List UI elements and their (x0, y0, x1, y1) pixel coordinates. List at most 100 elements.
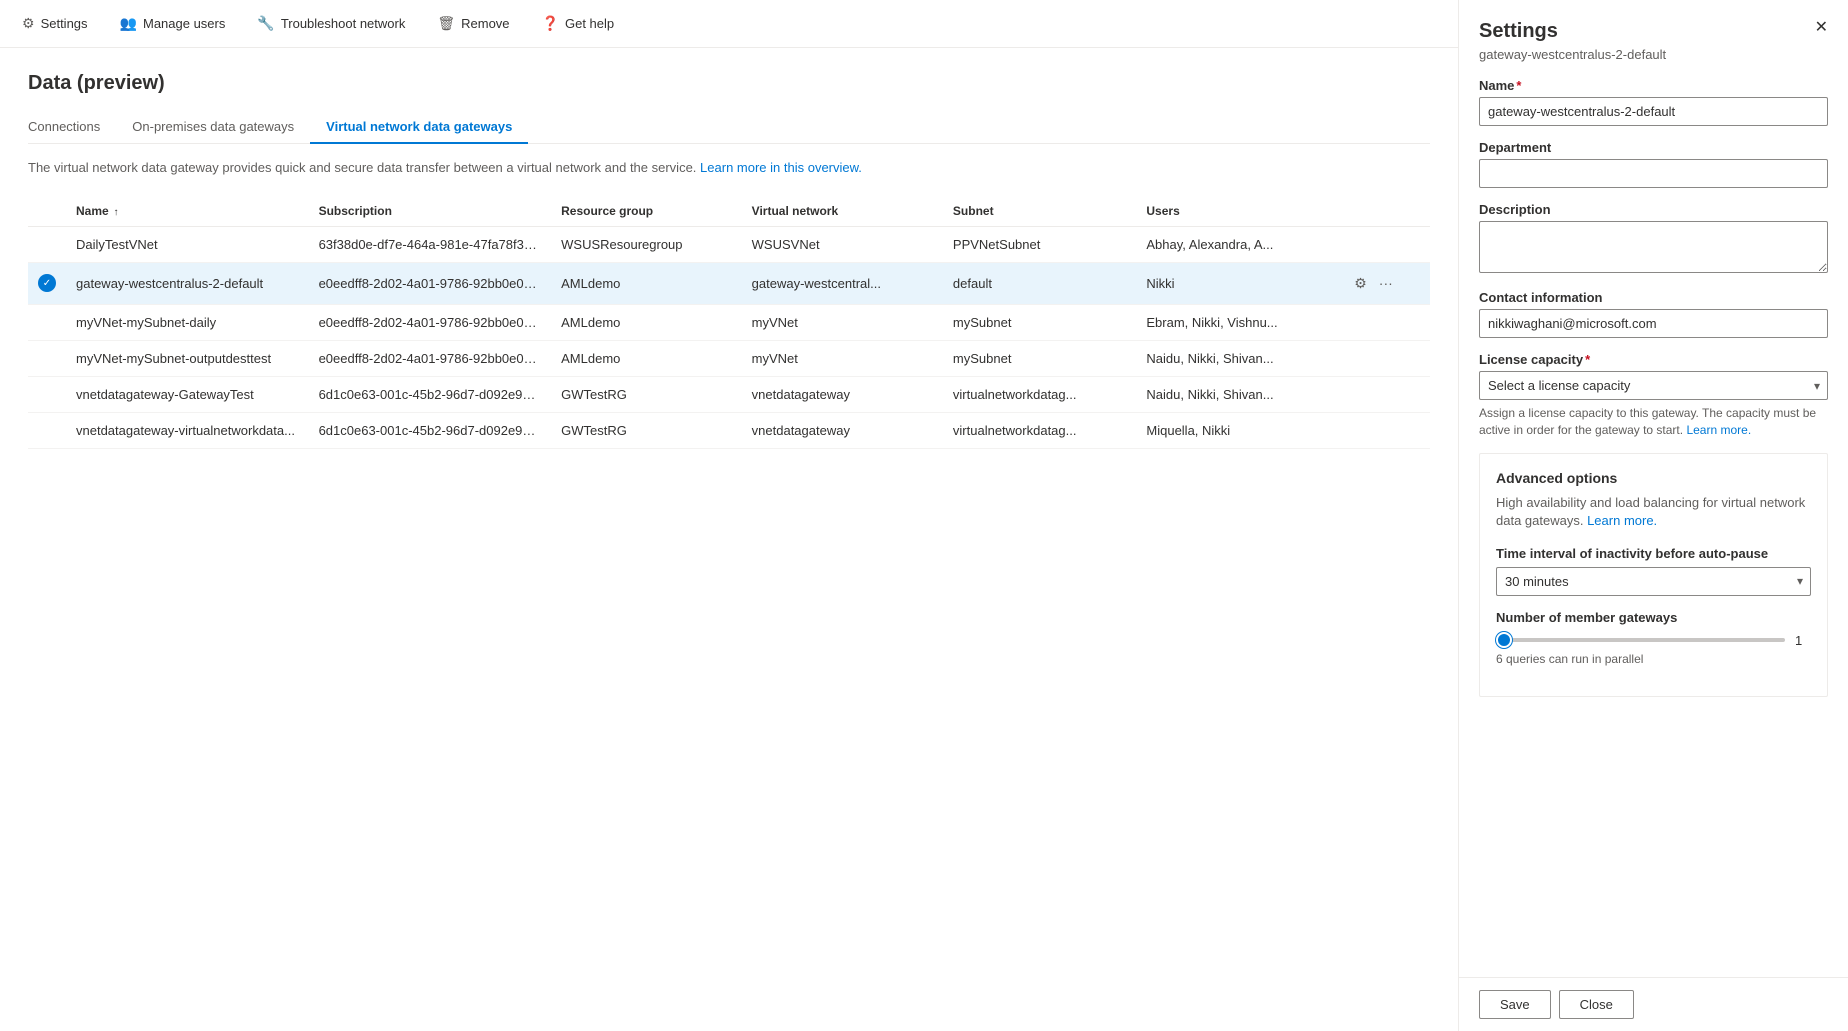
toolbar-item-get-help[interactable]: ❓Get help (536, 11, 621, 36)
col-header-virtual-network: Virtual network (742, 196, 943, 227)
col-header-subnet: Subnet (943, 196, 1136, 227)
row-virtual-network-cell: myVNet (742, 340, 943, 376)
table-row[interactable]: myVNet-mySubnet-outputdestteste0eedff8-2… (28, 340, 1430, 376)
license-note: Assign a license capacity to this gatewa… (1479, 405, 1828, 439)
name-input[interactable] (1479, 97, 1828, 126)
row-subnet-cell: virtualnetworkdatag... (943, 412, 1136, 448)
row-subnet-cell: PPVNetSubnet (943, 226, 1136, 262)
panel-title: Settings (1479, 20, 1558, 43)
license-select[interactable]: Select a license capacity (1479, 371, 1828, 400)
license-label: License capacity* (1479, 352, 1828, 367)
contact-label: Contact information (1479, 290, 1828, 305)
row-more-button[interactable]: ··· (1375, 273, 1397, 293)
description-textarea[interactable] (1479, 221, 1828, 273)
member-gateways-label: Number of member gateways (1496, 610, 1811, 625)
description-field-group: Description (1479, 202, 1828, 276)
department-field-group: Department (1479, 140, 1828, 188)
slider-container: 1 (1496, 633, 1811, 648)
row-subscription-cell: e0eedff8-2d02-4a01-9786-92bb0e0cb... (309, 262, 552, 304)
slider-value: 1 (1795, 633, 1811, 648)
row-icon-cell (28, 304, 66, 340)
name-label: Name* (1479, 78, 1828, 93)
row-virtual-network-cell: WSUSVNet (742, 226, 943, 262)
time-interval-select[interactable]: 30 minutes 15 minutes 1 hour 2 hours (1496, 567, 1811, 596)
row-subscription-cell: e0eedff8-2d02-4a01-9786-92bb0e0cb... (309, 304, 552, 340)
contact-field-group: Contact information (1479, 290, 1828, 338)
license-field-group: License capacity* Select a license capac… (1479, 352, 1828, 439)
data-table: Name ↑SubscriptionResource groupVirtual … (28, 196, 1430, 449)
department-input[interactable] (1479, 159, 1828, 188)
time-interval-label: Time interval of inactivity before auto-… (1496, 546, 1811, 561)
toolbar-icon-remove: 🗑 (437, 15, 455, 32)
row-name-cell: vnetdatagateway-GatewayTest (66, 376, 309, 412)
row-virtual-network-cell: gateway-westcentral... (742, 262, 943, 304)
col-header-name[interactable]: Name ↑ (66, 196, 309, 227)
row-virtual-network-cell: vnetdatagateway (742, 376, 943, 412)
row-name-cell: gateway-westcentralus-2-default (66, 262, 309, 304)
row-users-cell: Naidu, Nikki, Shivan... (1136, 376, 1340, 412)
toolbar-item-settings[interactable]: ⚙Settings (16, 11, 94, 36)
table-row[interactable]: DailyTestVNet63f38d0e-df7e-464a-981e-47f… (28, 226, 1430, 262)
advanced-description: High availability and load balancing for… (1496, 494, 1811, 530)
table-header: Name ↑SubscriptionResource groupVirtual … (28, 196, 1430, 227)
license-learn-more-link[interactable]: Learn more. (1686, 423, 1751, 437)
toolbar: ⚙Settings 👥Manage users 🔧Troubleshoot netw… (0, 0, 1458, 48)
row-actions-cell (1340, 226, 1430, 262)
row-virtual-network-cell: vnetdatagateway (742, 412, 943, 448)
row-settings-button[interactable]: ⚙ (1350, 273, 1371, 294)
table-row[interactable]: myVNet-mySubnet-dailye0eedff8-2d02-4a01-… (28, 304, 1430, 340)
close-panel-button[interactable]: ✕ (1815, 20, 1828, 36)
table-row[interactable]: vnetdatagateway-GatewayTest6d1c0e63-001c… (28, 376, 1430, 412)
row-name-cell: vnetdatagateway-virtualnetworkdata... (66, 412, 309, 448)
toolbar-item-remove[interactable]: 🗑 Remove (431, 11, 515, 36)
table-row[interactable]: vnetdatagateway-virtualnetworkdata...6d1… (28, 412, 1430, 448)
sort-icon-name: ↑ (111, 207, 119, 218)
table-body: DailyTestVNet63f38d0e-df7e-464a-981e-47f… (28, 226, 1430, 448)
close-button[interactable]: Close (1559, 990, 1634, 1019)
row-resource-group-cell: AMLdemo (551, 262, 742, 304)
department-label: Department (1479, 140, 1828, 155)
table-row[interactable]: ✓ gateway-westcentralus-2-default e0eedf… (28, 262, 1430, 304)
name-field-group: Name* (1479, 78, 1828, 126)
tab-on-premises[interactable]: On-premises data gateways (116, 111, 310, 144)
learn-more-link[interactable]: Learn more in this overview. (700, 160, 862, 175)
row-actions-cell: ⚙ ··· (1340, 262, 1430, 304)
row-resource-group-cell: AMLdemo (551, 340, 742, 376)
advanced-learn-more-link[interactable]: Learn more. (1587, 513, 1657, 528)
col-header-icon (28, 196, 66, 227)
toolbar-label-remove: Remove (461, 16, 509, 31)
col-header-resource-group: Resource group (551, 196, 742, 227)
row-icon-cell (28, 226, 66, 262)
row-check-icon: ✓ (38, 274, 56, 292)
save-button[interactable]: Save (1479, 990, 1551, 1019)
panel-body: Name* Department Description Contact inf… (1459, 62, 1848, 977)
tab-description: The virtual network data gateway provide… (28, 158, 1430, 178)
row-subscription-cell: 63f38d0e-df7e-464a-981e-47fa78f30861 (309, 226, 552, 262)
main-area: ⚙Settings 👥Manage users 🔧Troubleshoot netw… (0, 0, 1458, 1031)
tab-connections[interactable]: Connections (28, 111, 116, 144)
row-icon-cell (28, 376, 66, 412)
row-subscription-cell: e0eedff8-2d02-4a01-9786-92bb0e0cb... (309, 340, 552, 376)
advanced-title: Advanced options (1496, 470, 1811, 486)
panel-title-group: Settings (1479, 20, 1558, 43)
toolbar-label-get-help: Get help (565, 16, 614, 31)
row-resource-group-cell: WSUSResouregroup (551, 226, 742, 262)
row-users-cell: Naidu, Nikki, Shivan... (1136, 340, 1340, 376)
panel-subtitle: gateway-westcentralus-2-default (1459, 47, 1848, 62)
contact-input[interactable] (1479, 309, 1828, 338)
toolbar-item-manage-users[interactable]: 👥Manage users (114, 11, 232, 36)
toolbar-item-troubleshoot[interactable]: 🔧Troubleshoot network (251, 11, 411, 36)
row-virtual-network-cell: myVNet (742, 304, 943, 340)
row-subnet-cell: virtualnetworkdatag... (943, 376, 1136, 412)
row-resource-group-cell: GWTestRG (551, 412, 742, 448)
row-subscription-cell: 6d1c0e63-001c-45b2-96d7-d092e94c8... (309, 412, 552, 448)
row-actions-cell (1340, 412, 1430, 448)
time-interval-select-wrapper: 30 minutes 15 minutes 1 hour 2 hours ▾ (1496, 567, 1811, 596)
row-name-with-actions: gateway-westcentralus-2-default (76, 276, 299, 291)
time-interval-field-group: Time interval of inactivity before auto-… (1496, 546, 1811, 596)
row-users-cell: Abhay, Alexandra, A... (1136, 226, 1340, 262)
tab-virtual-network[interactable]: Virtual network data gateways (310, 111, 528, 144)
panel-header: Settings ✕ (1459, 0, 1848, 43)
toolbar-icon-troubleshoot: 🔧 (257, 15, 274, 32)
member-gateways-slider[interactable] (1496, 638, 1785, 642)
